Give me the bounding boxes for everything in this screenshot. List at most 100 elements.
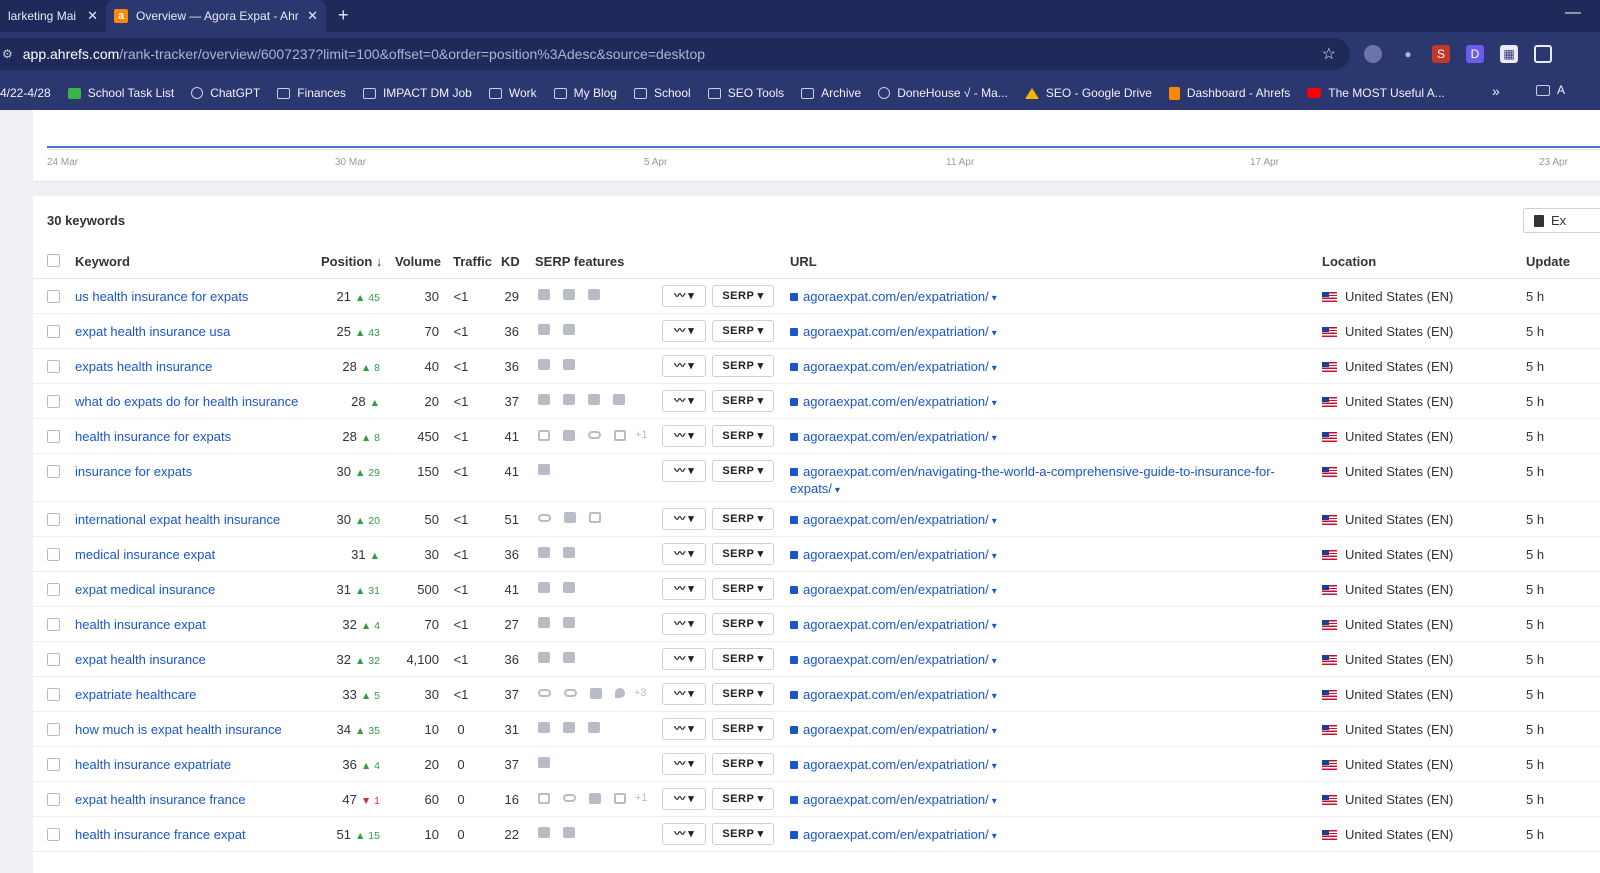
bookmark-my-blog[interactable]: My Blog bbox=[553, 86, 617, 100]
trend-dropdown-button[interactable]: 〰 ▾ bbox=[662, 460, 706, 482]
serp-dropdown-button[interactable]: SERP ▾ bbox=[712, 718, 774, 740]
trend-dropdown-button[interactable]: 〰 ▾ bbox=[662, 613, 706, 635]
serp-more-count[interactable]: +1 bbox=[635, 792, 648, 804]
row-checkbox[interactable] bbox=[47, 653, 60, 666]
ranking-url-link[interactable]: agoraexpat.com/en/expatriation/▾ bbox=[790, 827, 997, 842]
omnibox[interactable]: ⚙ app.ahrefs.com/rank-tracker/overview/6… bbox=[0, 38, 1350, 70]
chevron-down-icon[interactable]: ▾ bbox=[992, 831, 997, 842]
bookmark-dashboard-ahrefs[interactable]: Dashboard - Ahrefs bbox=[1168, 86, 1290, 100]
trend-dropdown-button[interactable]: 〰 ▾ bbox=[662, 823, 706, 845]
bookmark-4-22[interactable]: 4/22-4/28 bbox=[0, 86, 51, 100]
chevron-down-icon[interactable]: ▾ bbox=[992, 516, 997, 527]
serp-dropdown-button[interactable]: SERP ▾ bbox=[712, 823, 774, 845]
bookmark-archive[interactable]: Archive bbox=[801, 86, 861, 100]
extensions-puzzle-icon[interactable] bbox=[1534, 45, 1552, 63]
serp-dropdown-button[interactable]: SERP ▾ bbox=[712, 543, 774, 565]
keyword-link[interactable]: health insurance for expats bbox=[75, 429, 231, 444]
keyword-link[interactable]: how much is expat health insurance bbox=[75, 722, 282, 737]
keyword-link[interactable]: expat medical insurance bbox=[75, 582, 215, 597]
chevron-down-icon[interactable]: ▾ bbox=[992, 586, 997, 597]
bookmark-school[interactable]: School bbox=[633, 86, 691, 100]
header-kd[interactable]: KD bbox=[501, 254, 520, 269]
serp-dropdown-button[interactable]: SERP ▾ bbox=[712, 320, 774, 342]
trend-dropdown-button[interactable]: 〰 ▾ bbox=[662, 788, 706, 810]
extension-s-icon[interactable]: S bbox=[1432, 45, 1450, 63]
serp-dropdown-button[interactable]: SERP ▾ bbox=[712, 285, 774, 307]
ranking-url-link[interactable]: agoraexpat.com/en/expatriation/▾ bbox=[790, 429, 997, 444]
row-checkbox[interactable] bbox=[47, 723, 60, 736]
row-checkbox[interactable] bbox=[47, 360, 60, 373]
chevron-down-icon[interactable]: ▾ bbox=[992, 551, 997, 562]
keyword-link[interactable]: expat health insurance bbox=[75, 652, 206, 667]
serp-dropdown-button[interactable]: SERP ▾ bbox=[712, 753, 774, 775]
keyword-link[interactable]: us health insurance for expats bbox=[75, 289, 248, 304]
header-serp-features[interactable]: SERP features bbox=[535, 254, 624, 269]
chevron-down-icon[interactable]: ▾ bbox=[992, 761, 997, 772]
chevron-down-icon[interactable]: ▾ bbox=[992, 656, 997, 667]
trend-dropdown-button[interactable]: 〰 ▾ bbox=[662, 508, 706, 530]
keyword-link[interactable]: health insurance france expat bbox=[75, 827, 246, 842]
bookmark-work[interactable]: Work bbox=[488, 86, 537, 100]
ranking-url-link[interactable]: agoraexpat.com/en/expatriation/▾ bbox=[790, 792, 997, 807]
address-url[interactable]: app.ahrefs.com/rank-tracker/overview/600… bbox=[23, 46, 705, 62]
bookmark-finances[interactable]: Finances bbox=[277, 86, 346, 100]
browser-tab-ahrefs-overview[interactable]: a Overview — Agora Expat - Ahr ✕ bbox=[106, 0, 326, 32]
chevron-down-icon[interactable]: ▾ bbox=[992, 293, 997, 304]
row-checkbox[interactable] bbox=[47, 325, 60, 338]
trend-dropdown-button[interactable]: 〰 ▾ bbox=[662, 753, 706, 775]
site-info-icon[interactable]: ⚙ bbox=[2, 47, 13, 61]
serp-dropdown-button[interactable]: SERP ▾ bbox=[712, 788, 774, 810]
chevron-down-icon[interactable]: ▾ bbox=[992, 328, 997, 339]
keyword-link[interactable]: health insurance expat bbox=[75, 617, 206, 632]
ranking-url-link[interactable]: agoraexpat.com/en/expatriation/▾ bbox=[790, 757, 997, 772]
serp-dropdown-button[interactable]: SERP ▾ bbox=[712, 355, 774, 377]
serp-dropdown-button[interactable]: SERP ▾ bbox=[712, 508, 774, 530]
chevron-down-icon[interactable]: ▾ bbox=[835, 485, 840, 496]
serp-dropdown-button[interactable]: SERP ▾ bbox=[712, 613, 774, 635]
ranking-url-link[interactable]: agoraexpat.com/en/expatriation/▾ bbox=[790, 547, 997, 562]
row-checkbox[interactable] bbox=[47, 430, 60, 443]
bookmark-impact-dm-job[interactable]: IMPACT DM Job bbox=[362, 86, 472, 100]
ranking-url-link[interactable]: agoraexpat.com/en/expatriation/▾ bbox=[790, 722, 997, 737]
ranking-url-link[interactable]: agoraexpat.com/en/expatriation/▾ bbox=[790, 617, 997, 632]
keyword-link[interactable]: expatriate healthcare bbox=[75, 687, 196, 702]
keyword-link[interactable]: international expat health insurance bbox=[75, 512, 280, 527]
close-icon[interactable]: ✕ bbox=[307, 8, 318, 24]
row-checkbox[interactable] bbox=[47, 290, 60, 303]
ranking-url-link[interactable]: agoraexpat.com/en/expatriation/▾ bbox=[790, 289, 997, 304]
serp-more-count[interactable]: +1 bbox=[635, 429, 648, 441]
header-url[interactable]: URL bbox=[790, 254, 817, 269]
row-checkbox[interactable] bbox=[47, 758, 60, 771]
row-checkbox[interactable] bbox=[47, 465, 60, 478]
ranking-url-link[interactable]: agoraexpat.com/en/expatriation/▾ bbox=[790, 394, 997, 409]
serp-dropdown-button[interactable]: SERP ▾ bbox=[712, 683, 774, 705]
header-traffic[interactable]: Traffic bbox=[453, 254, 492, 269]
chevron-down-icon[interactable]: ▾ bbox=[992, 398, 997, 409]
extension-grid-icon[interactable]: ▦ bbox=[1500, 45, 1518, 63]
extension-arc-icon[interactable] bbox=[1364, 45, 1382, 63]
bookmark-seo-tools[interactable]: SEO Tools bbox=[707, 86, 784, 100]
trend-dropdown-button[interactable]: 〰 ▾ bbox=[662, 390, 706, 412]
header-volume[interactable]: Volume bbox=[395, 254, 441, 269]
bookmark-star-icon[interactable]: ☆ bbox=[1322, 44, 1336, 64]
trend-dropdown-button[interactable]: 〰 ▾ bbox=[662, 683, 706, 705]
row-checkbox[interactable] bbox=[47, 513, 60, 526]
serp-dropdown-button[interactable]: SERP ▾ bbox=[712, 460, 774, 482]
chevron-down-icon[interactable]: ▾ bbox=[992, 363, 997, 374]
export-button[interactable]: Ex bbox=[1523, 208, 1600, 233]
bookmark-seo-google-drive[interactable]: SEO - Google Drive bbox=[1024, 86, 1152, 100]
serp-dropdown-button[interactable]: SERP ▾ bbox=[712, 578, 774, 600]
trend-dropdown-button[interactable]: 〰 ▾ bbox=[662, 648, 706, 670]
row-checkbox[interactable] bbox=[47, 793, 60, 806]
row-checkbox[interactable] bbox=[47, 395, 60, 408]
serp-dropdown-button[interactable]: SERP ▾ bbox=[712, 390, 774, 412]
row-checkbox[interactable] bbox=[47, 828, 60, 841]
chevron-down-icon[interactable]: ▾ bbox=[992, 621, 997, 632]
header-updated[interactable]: Update bbox=[1526, 254, 1570, 269]
header-position[interactable]: Position ↓ bbox=[321, 254, 382, 269]
keyword-link[interactable]: insurance for expats bbox=[75, 464, 192, 479]
new-tab-button[interactable]: + bbox=[338, 5, 349, 26]
trend-dropdown-button[interactable]: 〰 ▾ bbox=[662, 355, 706, 377]
row-checkbox[interactable] bbox=[47, 583, 60, 596]
ranking-url-link[interactable]: agoraexpat.com/en/expatriation/▾ bbox=[790, 359, 997, 374]
